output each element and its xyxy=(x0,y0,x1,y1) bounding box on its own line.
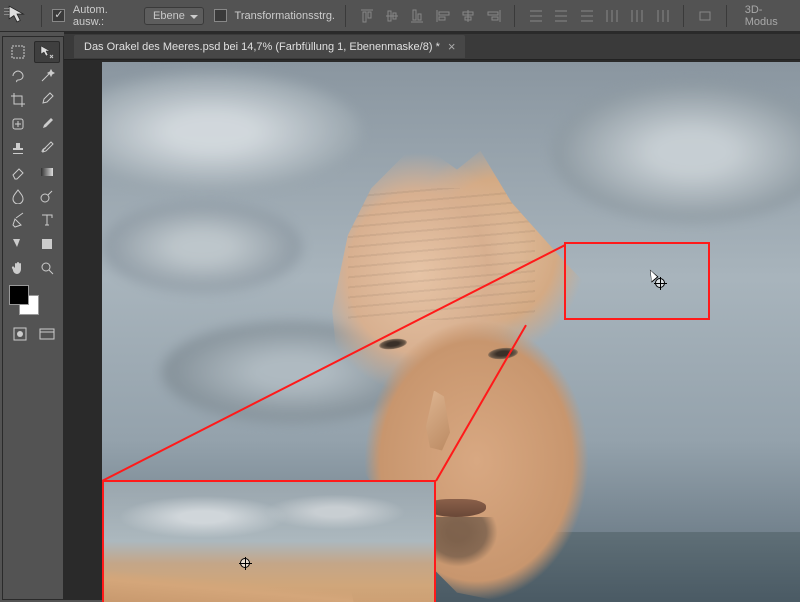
document-tab-bar: Das Orakel des Meeres.psd bei 14,7% (Far… xyxy=(64,34,800,60)
annotation-connector-line xyxy=(436,480,438,482)
nose xyxy=(418,391,458,451)
align-vcenter-icon[interactable] xyxy=(381,6,402,26)
align-hcenter-icon[interactable] xyxy=(457,6,478,26)
auto-select-label: Autom. ausw.: xyxy=(73,4,140,28)
tool-history[interactable] xyxy=(34,137,60,159)
tool-dodge[interactable] xyxy=(34,185,60,207)
tool-eyedropper[interactable] xyxy=(34,89,60,111)
options-bar: Autom. ausw.: Ebene Transformationsstrg.… xyxy=(0,0,800,32)
tool-type[interactable] xyxy=(34,209,60,231)
color-swatches[interactable] xyxy=(5,285,61,319)
sky-cloud xyxy=(552,82,800,222)
document-tab-title: Das Orakel des Meeres.psd bei 14,7% (Far… xyxy=(84,41,440,53)
separator xyxy=(345,5,346,27)
annotation-highlight-box xyxy=(564,242,710,320)
tool-zoom[interactable] xyxy=(34,257,60,279)
sky-cloud xyxy=(102,72,362,192)
panel-grip[interactable] xyxy=(4,8,10,18)
quickmask-toggle[interactable] xyxy=(7,323,32,345)
tool-shape[interactable] xyxy=(34,233,60,255)
separator xyxy=(41,5,42,27)
foreground-swatch[interactable] xyxy=(9,285,29,305)
canvas[interactable] xyxy=(102,62,800,602)
distribute-bottom-icon[interactable] xyxy=(576,6,597,26)
tool-brush[interactable] xyxy=(34,113,60,135)
sky-cloud xyxy=(102,202,302,292)
distribute-hcenter-icon[interactable] xyxy=(627,6,648,26)
distribute-right-icon[interactable] xyxy=(652,6,673,26)
align-left-icon[interactable] xyxy=(432,6,453,26)
artboard xyxy=(102,62,800,602)
move-cursor-icon xyxy=(647,270,665,288)
tool-move[interactable] xyxy=(34,41,60,63)
inset-image xyxy=(104,482,434,602)
separator xyxy=(683,5,684,27)
tool-marquee[interactable] xyxy=(5,41,31,63)
tool-wand[interactable] xyxy=(34,65,60,87)
tool-hand[interactable] xyxy=(5,257,31,279)
tool-heal[interactable] xyxy=(5,113,31,135)
document-tab[interactable]: Das Orakel des Meeres.psd bei 14,7% (Far… xyxy=(74,35,465,58)
separator xyxy=(726,5,727,27)
align-bottom-icon[interactable] xyxy=(407,6,428,26)
forehead xyxy=(348,188,535,320)
align-top-icon[interactable] xyxy=(356,6,377,26)
screenmode-toggle[interactable] xyxy=(34,323,59,345)
tool-stamp[interactable] xyxy=(5,137,31,159)
show-transform-label: Transformationsstrg. xyxy=(235,10,335,22)
separator xyxy=(514,5,515,27)
distribute-top-icon[interactable] xyxy=(525,6,546,26)
tool-eraser[interactable] xyxy=(5,161,31,183)
tool-gradient[interactable] xyxy=(34,161,60,183)
toolbox xyxy=(2,36,64,600)
auto-align-icon[interactable] xyxy=(694,6,715,26)
tool-crop[interactable] xyxy=(5,89,31,111)
tool-path[interactable] xyxy=(5,233,31,255)
tool-blur[interactable] xyxy=(5,185,31,207)
auto-select-checkbox[interactable] xyxy=(52,9,65,22)
show-transform-checkbox[interactable] xyxy=(214,9,227,22)
distribute-left-icon[interactable] xyxy=(601,6,622,26)
annotation-zoom-inset xyxy=(102,480,436,602)
tool-pen[interactable] xyxy=(5,209,31,231)
align-right-icon[interactable] xyxy=(483,6,504,26)
close-icon[interactable]: × xyxy=(448,39,456,54)
mode-3d-label[interactable]: 3D-Modus xyxy=(745,4,794,28)
move-cursor-icon xyxy=(232,550,250,568)
tool-lasso[interactable] xyxy=(5,65,31,87)
distribute-vcenter-icon[interactable] xyxy=(551,6,572,26)
auto-select-target-dropdown[interactable]: Ebene xyxy=(144,7,204,25)
document-area: Das Orakel des Meeres.psd bei 14,7% (Far… xyxy=(64,32,800,600)
